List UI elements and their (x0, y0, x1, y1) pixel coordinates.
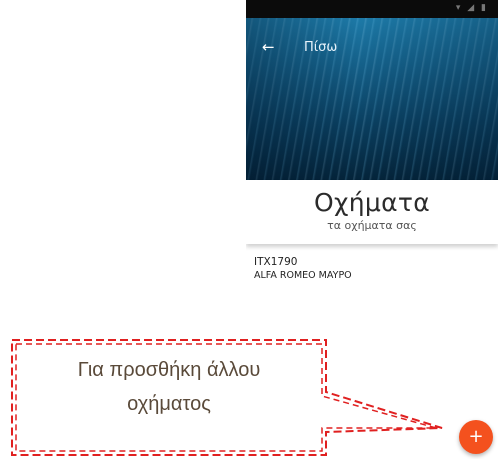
arrow-left-icon[interactable]: ← (262, 38, 275, 56)
callout-text: Για προσθήκη άλλου οχήματος (16, 353, 322, 421)
add-vehicle-button[interactable]: + (459, 420, 493, 454)
vehicle-list-item[interactable]: ITX1790 ALFA ROMEO MAYPO (254, 256, 490, 282)
page: ▾ ◢ ▮ ← Πίσω Οχήματα τα οχήματα σας ITX1… (0, 0, 498, 459)
title-card: Οχήματα τα οχήματα σας (246, 180, 498, 244)
callout-line-1: Για προσθήκη άλλου (77, 359, 261, 381)
back-button[interactable]: Πίσω (304, 40, 337, 55)
vehicle-plate: ITX1790 (254, 256, 298, 268)
status-icons: ▾ ◢ ▮ (455, 3, 488, 13)
status-bar: ▾ ◢ ▮ (246, 0, 498, 18)
vehicle-description: ALFA ROMEO MAYPO (254, 270, 352, 281)
page-title: Οχήματα (314, 188, 430, 217)
page-subtitle: τα οχήματα σας (327, 219, 417, 232)
plus-icon: + (468, 426, 484, 447)
callout-line-2: οχήματος (127, 393, 211, 415)
header-banner: ← Πίσω (246, 18, 498, 180)
